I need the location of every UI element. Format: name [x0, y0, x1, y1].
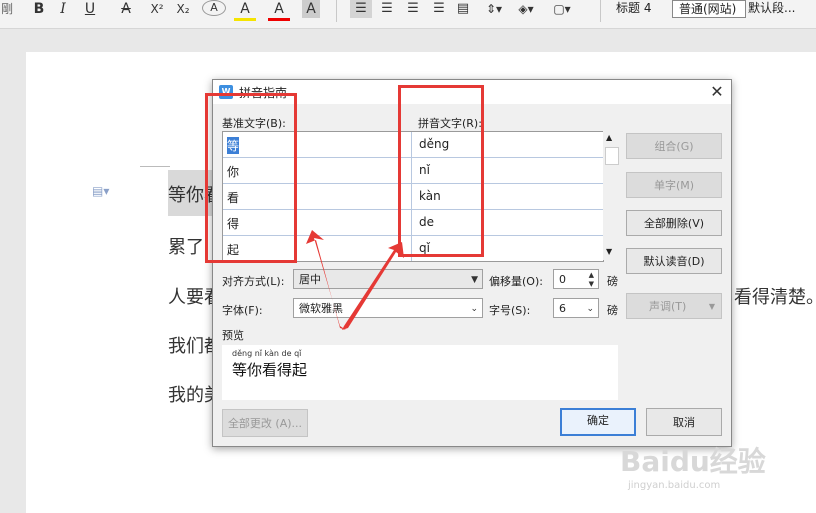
spinner-arrows-icon[interactable]: ▲ ▼	[589, 271, 594, 289]
size-unit: 磅	[607, 304, 618, 317]
preview-label: 预览	[222, 329, 244, 342]
strikethrough-button[interactable]: A	[114, 0, 138, 18]
font-label: 字体(F):	[222, 304, 263, 317]
annotation-arrows	[306, 230, 404, 330]
chevron-down-icon: ▼	[708, 302, 715, 311]
arrow-to-base	[306, 230, 346, 330]
align-label: 对齐方式(L):	[222, 275, 285, 288]
arrow-to-pinyin	[342, 242, 404, 330]
style-default-para[interactable]: 默认段...	[742, 0, 816, 16]
truncated-glyph: 剛	[0, 2, 13, 16]
offset-label: 偏移量(O):	[489, 275, 543, 288]
subscript-button[interactable]: X₂	[172, 0, 194, 18]
shading-icon[interactable]: ◈▾	[512, 0, 540, 18]
underline-button[interactable]: U	[78, 0, 102, 18]
doc-line-2[interactable]: 累了,	[168, 233, 210, 259]
chevron-down-icon: ⌄	[586, 304, 594, 314]
group-button[interactable]: 组合(G)	[626, 133, 722, 159]
style-heading4[interactable]: 标题 4	[610, 0, 674, 16]
scroll-up-icon[interactable]: ▲	[606, 133, 612, 142]
size-value: 6	[559, 302, 566, 315]
scroll-down-icon[interactable]: ▼	[606, 247, 612, 256]
delete-all-button[interactable]: 全部删除(V)	[626, 210, 722, 236]
border-icon[interactable]: ▢▾	[548, 0, 576, 18]
toolbar-divider	[600, 0, 601, 22]
distributed-icon[interactable]: ▤	[452, 0, 474, 18]
text-effects-button[interactable]: A	[202, 0, 226, 16]
single-char-button[interactable]: 单字(M)	[626, 172, 722, 198]
tone-button[interactable]: 声调(T) ▼	[626, 293, 722, 319]
grid-scrollbar[interactable]: ▲ ▼	[603, 131, 619, 260]
size-label: 字号(S):	[489, 304, 531, 317]
highlight-button[interactable]: A	[234, 0, 256, 21]
preview-box: děng nǐ kàn de qǐ 等你看得起	[222, 345, 618, 400]
bold-button[interactable]: B	[30, 0, 48, 18]
cancel-button[interactable]: 取消	[646, 408, 722, 436]
margin-guide	[140, 166, 170, 167]
align-center-icon[interactable]: ☰	[376, 0, 398, 18]
close-icon[interactable]: ✕	[707, 82, 727, 102]
chevron-down-icon: ▼	[471, 275, 478, 285]
offset-value: 0	[559, 273, 566, 286]
toolbar-divider	[336, 0, 337, 22]
italic-button[interactable]: I	[54, 0, 72, 18]
align-right-icon[interactable]: ☰	[402, 0, 424, 18]
style-normal-web[interactable]: 普通(网站)	[672, 0, 746, 18]
size-select[interactable]: 6 ⌄	[553, 298, 599, 318]
change-all-button[interactable]: 全部更改 (A)...	[222, 409, 308, 437]
default-reading-button[interactable]: 默认读音(D)	[626, 248, 722, 274]
annotation-box-base	[205, 93, 297, 263]
paragraph-handle-icon[interactable]: ▤▾	[92, 184, 109, 198]
font-color-button[interactable]: A	[268, 0, 290, 21]
offset-spinner[interactable]: 0 ▲ ▼	[553, 269, 599, 289]
tone-label: 声调(T)	[649, 300, 687, 313]
offset-unit: 磅	[607, 275, 618, 288]
superscript-button[interactable]: X²	[146, 0, 168, 18]
ribbon-toolbar: 剛 B I U A X² X₂ A A A A ☰ ☰ ☰ ☰ ▤ ⇕▾ ◈▾ …	[0, 0, 816, 29]
preview-text: 等你看得起	[232, 361, 308, 379]
doc-line-3-end[interactable]: 看得清楚。	[734, 283, 816, 309]
watermark-url: jingyan.baidu.com	[628, 480, 721, 491]
align-left-icon[interactable]: ☰	[350, 0, 372, 18]
line-spacing-icon[interactable]: ⇕▾	[480, 0, 508, 18]
watermark-logo: Baidu经验	[620, 445, 766, 478]
justify-icon[interactable]: ☰	[428, 0, 450, 18]
preview-pinyin: děng nǐ kàn de qǐ	[232, 349, 302, 358]
scroll-thumb[interactable]	[605, 147, 619, 165]
ok-button[interactable]: 确定	[560, 408, 636, 436]
char-shading-button[interactable]: A	[302, 0, 320, 18]
chevron-down-icon: ⌄	[470, 304, 478, 314]
